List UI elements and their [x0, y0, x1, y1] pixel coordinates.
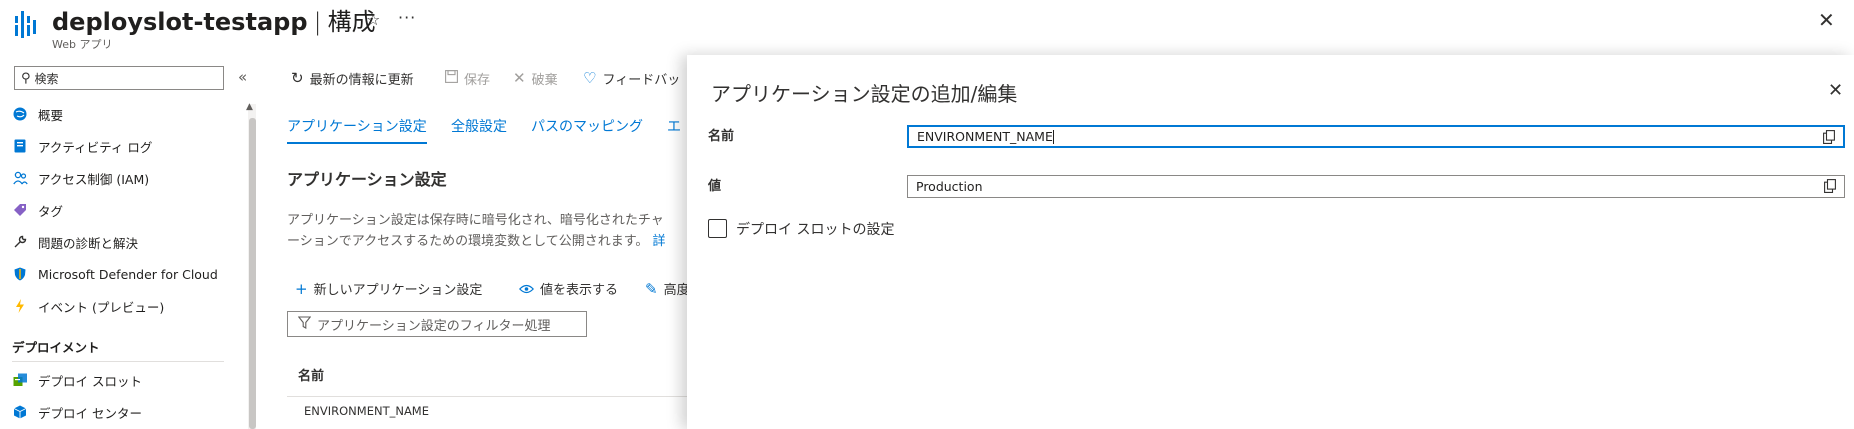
tab-error-pages[interactable]: エ	[667, 116, 681, 136]
sidebar-item-label: Microsoft Defender for Cloud	[38, 266, 218, 282]
value-label: 値	[708, 179, 722, 194]
discard-label: 破棄	[531, 72, 558, 88]
save-icon	[445, 69, 458, 87]
close-blade-icon[interactable]: ✕	[1818, 8, 1835, 32]
name-label: 名前	[708, 129, 735, 144]
globe-icon	[12, 106, 28, 122]
eye-icon	[518, 280, 535, 298]
cube-icon	[12, 404, 28, 420]
sidebar-item-label: アクティビティ ログ	[38, 139, 153, 155]
feedback-label: フィードバッ	[602, 72, 681, 88]
text-cursor	[1052, 129, 1054, 144]
sidebar-item-iam[interactable]: アクセス制御 (IAM)	[12, 167, 149, 189]
sidebar-search-input[interactable]: ⚲ 検索	[14, 66, 224, 90]
search-icon: ⚲	[21, 70, 31, 86]
pencil-icon: ✎	[645, 279, 658, 298]
new-app-setting-button[interactable]: + 新しいアプリケーション設定	[295, 279, 483, 299]
sidebar-item-diagnose[interactable]: 問題の診断と解決	[12, 231, 138, 253]
log-icon	[12, 138, 28, 154]
edit-setting-panel	[687, 55, 1854, 429]
discard-button[interactable]: ✕ 破棄	[513, 66, 558, 90]
active-tab-indicator	[287, 142, 427, 144]
sidebar-item-activity-log[interactable]: アクティビティ ログ	[12, 135, 152, 157]
deployment-slot-setting-checkbox[interactable]	[708, 219, 727, 238]
save-button[interactable]: 保存	[445, 66, 490, 90]
sidebar-divider	[12, 361, 224, 362]
filter-icon	[297, 315, 312, 333]
sidebar-item-tags[interactable]: タグ	[12, 199, 63, 221]
panel-close-icon[interactable]: ✕	[1828, 80, 1843, 101]
tab-application-settings[interactable]: アプリケーション設定	[287, 116, 427, 136]
favorite-star-icon[interactable]: ☆	[366, 10, 380, 29]
sidebar-item-label: アクセス制御 (IAM)	[38, 171, 150, 187]
search-placeholder: 検索	[34, 71, 59, 86]
shield-icon	[12, 266, 28, 282]
new-setting-label: 新しいアプリケーション設定	[313, 283, 483, 298]
panel-title: アプリケーション設定の追加/編集	[711, 82, 1018, 106]
advanced-label: 高度	[663, 283, 690, 298]
sidebar-item-label: イベント (プレビュー)	[38, 299, 165, 315]
wrench-icon	[12, 234, 28, 250]
scroll-up-arrow-icon[interactable]: ▲	[246, 102, 253, 112]
sidebar-item-events[interactable]: イベント (プレビュー)	[12, 295, 164, 317]
advanced-edit-button[interactable]: ✎ 高度	[645, 279, 690, 299]
filter-placeholder: アプリケーション設定のフィルター処理	[317, 318, 551, 334]
sidebar-item-deployment-slots[interactable]: デプロイ スロット	[12, 369, 142, 391]
resource-type: Web アプリ	[52, 38, 113, 51]
sidebar-section-deployment: デプロイメント	[12, 340, 100, 355]
name-input-value: ENVIRONMENT_NAME	[917, 129, 1053, 144]
show-values-label: 値を表示する	[540, 283, 619, 298]
app-service-logo-icon	[15, 11, 36, 38]
sidebar-item-overview[interactable]: 概要	[12, 103, 63, 125]
people-icon	[12, 170, 28, 186]
sidebar-scrollbar-thumb[interactable]	[249, 118, 256, 429]
refresh-label: 最新の情報に更新	[309, 72, 414, 88]
feedback-button[interactable]: ♡ フィードバッ	[583, 66, 680, 90]
column-header-name[interactable]: 名前	[298, 365, 324, 384]
table-divider	[287, 396, 687, 397]
more-options-icon[interactable]: ···	[398, 8, 416, 27]
value-input-value: Production	[916, 179, 983, 194]
resource-name: deployslot-testapp	[52, 8, 308, 36]
tab-path-mappings[interactable]: パスのマッピング	[531, 116, 643, 136]
sidebar-item-label: デプロイ センター	[38, 405, 142, 421]
tab-general-settings[interactable]: 全般設定	[451, 116, 507, 136]
collapse-sidebar-icon[interactable]: «	[238, 68, 247, 86]
value-input[interactable]: Production	[907, 175, 1845, 198]
deployment-slot-setting-label[interactable]: デプロイ スロットの設定	[736, 219, 894, 239]
sidebar-item-deployment-center[interactable]: デプロイ センター	[12, 401, 142, 423]
description-line-1: アプリケーション設定は保存時に暗号化され、暗号化されたチャ	[287, 213, 664, 228]
heart-icon: ♡	[583, 69, 597, 87]
discard-icon: ✕	[513, 69, 526, 87]
copy-icon[interactable]	[1824, 179, 1836, 193]
refresh-button[interactable]: ↻ 最新の情報に更新	[291, 66, 414, 90]
copy-icon[interactable]	[1823, 130, 1835, 144]
sidebar-item-label: 問題の診断と解決	[38, 235, 139, 251]
description-line-2: ーションでアクセスするための環境変数として公開されます。 詳	[287, 230, 666, 249]
sidebar-item-label: 概要	[38, 107, 64, 123]
refresh-icon: ↻	[291, 69, 304, 87]
slots-icon	[12, 372, 28, 388]
sidebar-item-defender[interactable]: Microsoft Defender for Cloud	[12, 263, 218, 285]
show-values-button[interactable]: 値を表示する	[518, 279, 619, 298]
sidebar-item-label: タグ	[38, 203, 64, 219]
lightning-icon	[12, 298, 28, 314]
title-separator: |	[313, 8, 322, 36]
learn-more-link[interactable]: 詳	[653, 234, 666, 249]
plus-icon: +	[295, 279, 308, 298]
description-text: ーションでアクセスするための環境変数として公開されます。	[287, 234, 649, 249]
tag-icon	[12, 202, 28, 218]
page-title: deployslot-testapp | 構成	[52, 2, 376, 37]
section-title: アプリケーション設定	[287, 170, 447, 189]
sidebar-item-label: デプロイ スロット	[38, 373, 142, 389]
save-label: 保存	[464, 72, 491, 88]
name-input[interactable]: ENVIRONMENT_NAME	[907, 125, 1845, 148]
table-row[interactable]: ENVIRONMENT_NAME	[304, 404, 429, 418]
filter-input[interactable]: アプリケーション設定のフィルター処理	[287, 311, 587, 337]
